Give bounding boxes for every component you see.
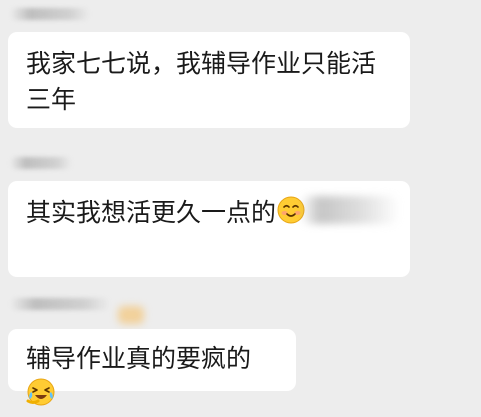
message-text: 我家七七说，我辅导作业只能活三年 (26, 49, 377, 114)
message-bubble[interactable]: 我家七七说，我辅导作业只能活三年 (8, 32, 410, 128)
message-text: 其实我想活更久一点的 (26, 198, 277, 227)
redacted-content (300, 196, 400, 224)
sender-name-redacted (10, 8, 90, 20)
avatar-redacted (118, 306, 144, 324)
sender-name-redacted (10, 157, 72, 169)
message-text: 辅导作业真的要疯的 (26, 344, 252, 373)
message-bubble[interactable]: 辅导作业真的要疯的 (8, 329, 296, 406)
sender-name-redacted (10, 298, 110, 310)
crying-laughing-face-icon (26, 377, 56, 417)
